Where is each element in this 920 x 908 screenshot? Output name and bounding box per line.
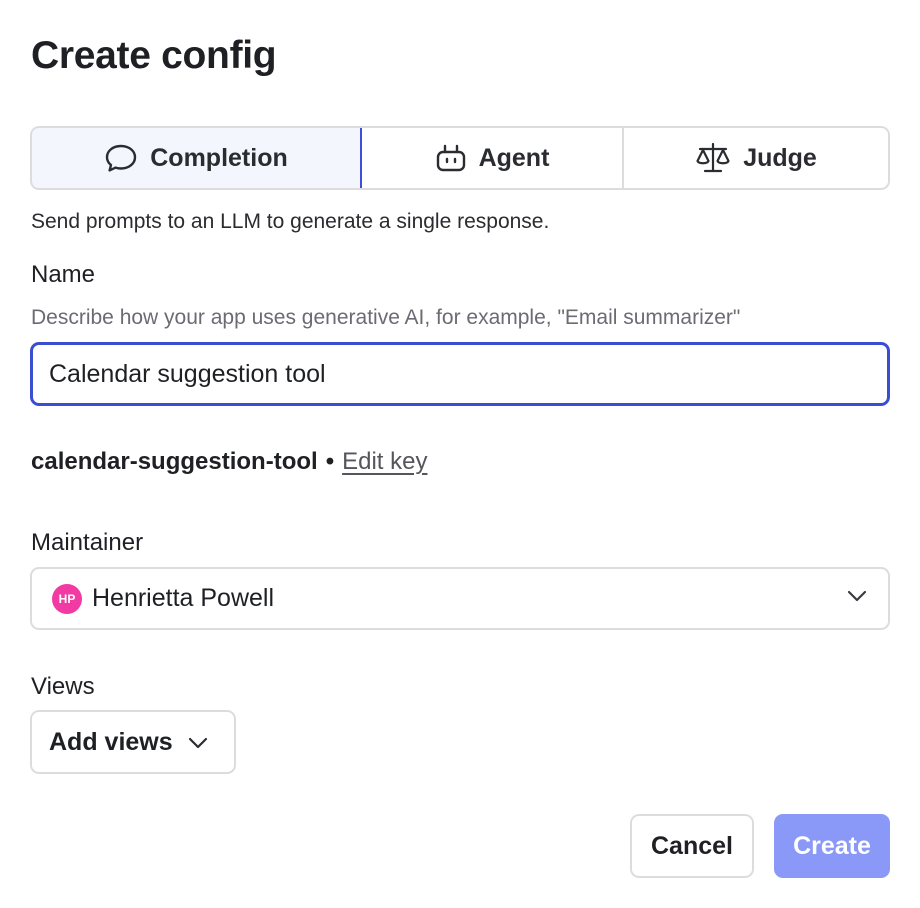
edit-key-link[interactable]: Edit key <box>342 448 427 476</box>
cancel-button[interactable]: Cancel <box>630 814 754 878</box>
create-config-dialog: Create config Completion Agent Judge Sen… <box>0 0 920 908</box>
tab-completion-label: Completion <box>150 143 288 172</box>
create-button[interactable]: Create <box>774 814 890 878</box>
name-label: Name <box>31 261 96 288</box>
key-separator: • <box>325 448 335 475</box>
tab-completion[interactable]: Completion <box>32 128 362 188</box>
maintainer-select[interactable]: HP Henrietta Powell <box>30 567 890 630</box>
config-key-row: calendar-suggestion-tool • Edit key <box>31 448 427 476</box>
tab-agent[interactable]: Agent <box>362 128 624 188</box>
chevron-down-icon <box>846 589 868 608</box>
config-type-selector: Completion Agent Judge <box>30 126 890 190</box>
maintainer-label: Maintainer <box>31 529 144 556</box>
name-input[interactable] <box>30 342 890 406</box>
tab-judge[interactable]: Judge <box>624 128 888 188</box>
views-label: Views <box>31 673 95 700</box>
add-views-label: Add views <box>49 727 173 756</box>
maintainer-value: Henrietta Powell <box>92 584 275 612</box>
add-views-button[interactable]: Add views <box>30 710 236 774</box>
config-key: calendar-suggestion-tool <box>31 448 318 475</box>
tab-agent-label: Agent <box>478 143 550 172</box>
chevron-down-icon <box>187 728 209 757</box>
dialog-title: Create config <box>31 34 277 77</box>
avatar: HP <box>52 583 82 614</box>
type-description: Send prompts to an LLM to generate a sin… <box>31 210 550 233</box>
tab-judge-label: Judge <box>743 143 817 172</box>
chat-bubble-icon <box>104 143 138 173</box>
robot-icon <box>435 143 467 173</box>
name-hint: Describe how your app uses generative AI… <box>31 306 741 329</box>
scale-icon <box>695 142 731 174</box>
